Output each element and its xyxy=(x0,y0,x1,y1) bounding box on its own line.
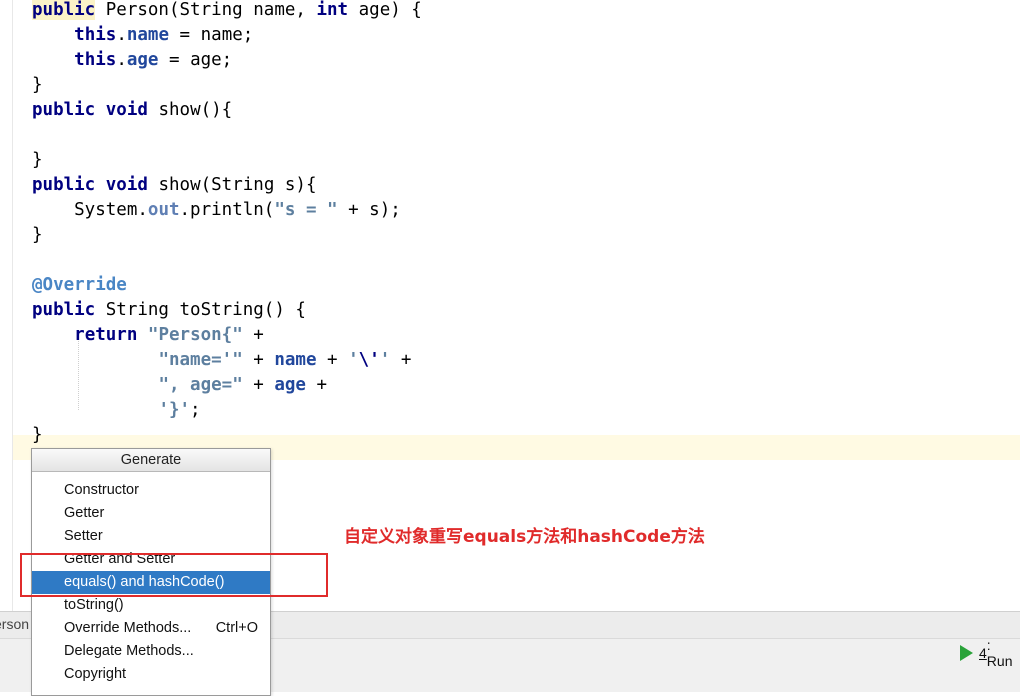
menu-item-label: Override Methods... xyxy=(64,620,192,636)
code-token: .println( xyxy=(179,200,275,220)
code-token: . xyxy=(116,50,127,70)
run-tab-label: : Run xyxy=(986,637,1013,669)
code-token: return xyxy=(74,325,138,345)
code-line: return "Person{" + xyxy=(32,323,264,348)
code-token: String toString() { xyxy=(95,300,306,320)
code-token: ' xyxy=(348,350,359,370)
code-token: age xyxy=(274,375,306,395)
code-token: = age; xyxy=(158,50,233,70)
code-line: "name='" + name + '\'' + xyxy=(32,348,411,373)
code-token: . xyxy=(116,25,127,45)
popup-title: Generate xyxy=(32,449,270,472)
code-token: + s); xyxy=(337,200,401,220)
menu-item[interactable]: Copyright xyxy=(32,663,270,686)
run-tool-tab[interactable]: 4 : Run xyxy=(960,637,1020,669)
code-line: public void show(){ xyxy=(32,98,232,123)
code-line: '}'; xyxy=(32,398,201,423)
code-token: + xyxy=(390,350,412,370)
menu-item-label: toString() xyxy=(64,597,124,613)
menu-item[interactable]: Override Methods... Ctrl+O xyxy=(32,617,270,640)
menu-item[interactable]: Constructor xyxy=(32,479,270,502)
code-token: + xyxy=(316,350,349,370)
code-token: \' xyxy=(358,350,380,370)
menu-item-label: Constructor xyxy=(64,482,139,498)
code-token: this xyxy=(74,50,117,70)
code-token: out xyxy=(147,200,180,220)
menu-item[interactable]: Setter xyxy=(32,525,270,548)
code-token: } xyxy=(32,150,43,170)
run-icon xyxy=(960,645,973,661)
code-token: show(String s){ xyxy=(147,175,317,195)
menu-item[interactable]: Delegate Methods... xyxy=(32,640,270,663)
annotation-text: 自定义对象重写equals方法和hashCode方法 xyxy=(344,527,705,547)
code-line: } xyxy=(32,148,43,173)
code-token: "s = " xyxy=(274,200,338,220)
code-token: "Person{" xyxy=(147,325,243,345)
code-token: } xyxy=(32,225,43,245)
code-token: @Override xyxy=(32,275,127,295)
menu-item[interactable]: Getter xyxy=(32,502,270,525)
code-line: public void show(String s){ xyxy=(32,173,317,198)
code-token: int xyxy=(316,0,349,20)
code-token: + xyxy=(242,375,275,395)
menu-item[interactable]: toString() xyxy=(32,594,270,617)
code-token: + xyxy=(242,325,264,345)
code-token: public xyxy=(32,0,96,20)
code-token: void xyxy=(105,100,148,120)
menu-item-label: Setter xyxy=(64,528,103,544)
code-token: } xyxy=(32,75,43,95)
code-token: ' xyxy=(379,350,391,370)
code-token: + xyxy=(242,350,275,370)
code-line: this.name = name; xyxy=(32,23,253,48)
run-tab-number: 4 xyxy=(979,645,987,661)
code-token: public xyxy=(32,100,96,120)
code-line: this.age = age; xyxy=(32,48,232,73)
code-token: age) { xyxy=(348,0,422,20)
breadcrumb[interactable]: erson xyxy=(0,616,29,632)
code-token: age xyxy=(126,50,159,70)
code-line: ", age=" + age + xyxy=(32,373,327,398)
code-token: ; xyxy=(190,400,201,420)
code-line: public String toString() { xyxy=(32,298,306,323)
code-token: Person(String name, xyxy=(95,0,317,20)
code-line: System.out.println("s = " + s); xyxy=(32,198,401,223)
code-line: } xyxy=(32,423,43,448)
code-token: "name='" xyxy=(158,350,243,370)
menu-item-shortcut: Ctrl+O xyxy=(215,620,258,636)
code-token: void xyxy=(105,175,148,195)
code-token: System. xyxy=(32,200,148,220)
code-line: } xyxy=(32,223,43,248)
code-token: '}' xyxy=(158,400,191,420)
gutter-divider xyxy=(12,0,13,611)
code-token: public xyxy=(32,175,96,195)
menu-item-label: Getter xyxy=(64,505,105,521)
code-token: + xyxy=(305,375,328,395)
code-token: name xyxy=(274,350,317,370)
code-token: show(){ xyxy=(147,100,233,120)
code-line: public Person(String name, int age) { xyxy=(32,0,422,23)
code-token: public xyxy=(32,300,96,320)
code-line: } xyxy=(32,73,43,98)
code-token: name xyxy=(126,25,170,45)
code-token: ", age=" xyxy=(158,375,243,395)
menu-item-label: Copyright xyxy=(64,666,127,682)
menu-item-label: Delegate Methods... xyxy=(64,643,194,659)
code-token: this xyxy=(74,25,117,45)
red-highlight-box xyxy=(20,553,328,597)
code-token: } xyxy=(32,425,43,445)
code-token: = name; xyxy=(169,25,254,45)
code-line: @Override xyxy=(32,273,127,298)
